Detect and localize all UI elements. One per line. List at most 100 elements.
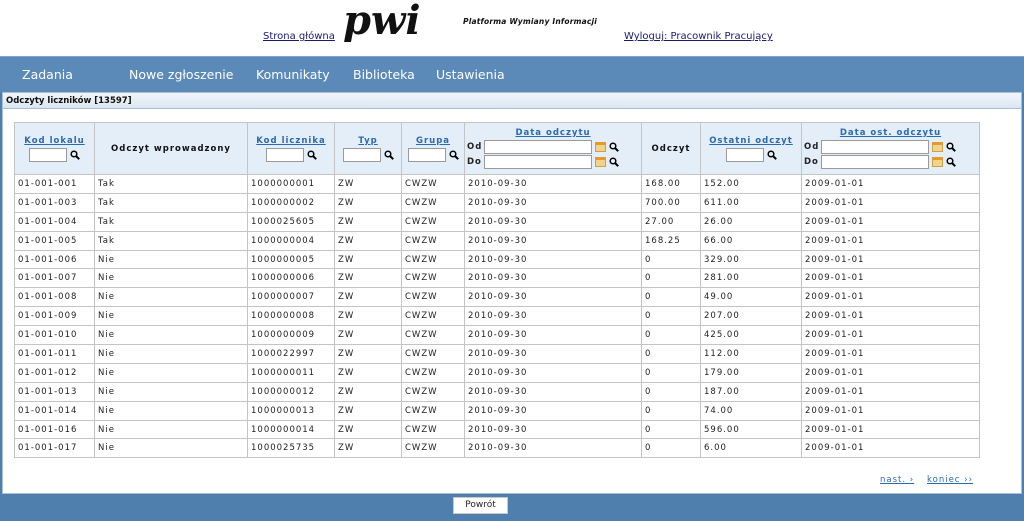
data-odczytu-cell: 2010-09-30: [464, 174, 642, 194]
table-row[interactable]: 01-001-013 Nie 1000000012 ZW CWZW 2010-09-30 0…: [14, 381, 980, 402]
kod-lokalu-cell: 01-001-006: [14, 249, 95, 270]
filter-kod-lokalu-input[interactable]: [29, 147, 67, 162]
filter-ostatni-odczyt-input[interactable]: [725, 147, 764, 162]
data-odczytu-cell: 2010-09-30: [464, 287, 642, 308]
data-odczytu-cell: 2010-09-30: [464, 211, 642, 232]
table-row[interactable]: 01-001-004 Tak 1000025605 ZW CWZW 2010-09-30 2…: [14, 211, 980, 232]
typ-cell: ZW: [334, 362, 402, 383]
nav-item-komunikaty[interactable]: Komunikaty: [256, 67, 330, 82]
back-button[interactable]: Powrót: [453, 497, 508, 514]
search-icon[interactable]: [306, 149, 317, 160]
search-icon[interactable]: [609, 141, 619, 152]
grupa-cell: CWZW: [401, 174, 465, 194]
data-odczytu-cell: 2010-09-30: [464, 249, 642, 270]
odczyt-wprowadzony-cell: Tak: [94, 230, 248, 251]
filter-kod-licznika-input[interactable]: [265, 147, 304, 162]
ostatni-odczyt-cell: 187.00: [700, 381, 802, 402]
logo-text: pwi: [343, 2, 421, 42]
logout-link[interactable]: Wyloguj: Pracownik Pracujący: [624, 31, 773, 42]
filter-data-ost-odczytu-from-input[interactable]: [821, 139, 929, 154]
ostatni-odczyt-cell: 112.00: [700, 344, 802, 364]
data-odczytu-cell: 2010-09-30: [464, 438, 642, 459]
date-to-label: Do: [467, 156, 482, 167]
search-icon[interactable]: [766, 149, 777, 160]
nav-item-zadania[interactable]: Zadania: [22, 67, 73, 82]
data-ost-odczytu-cell: 2009-01-01: [801, 306, 980, 327]
table-row[interactable]: 01-001-008 Nie 1000000007 ZW CWZW 2010-09-30 0…: [14, 287, 980, 308]
filter-data-ost-odczytu-to-input[interactable]: [821, 154, 929, 169]
sort-ostatni-odczyt-link[interactable]: Ostatni odczyt: [703, 136, 799, 146]
odczyt-wprowadzony-cell: Nie: [94, 381, 248, 402]
next-page-link[interactable]: nast. ›: [880, 475, 914, 485]
calendar-icon[interactable]: [932, 141, 943, 152]
typ-cell: ZW: [334, 381, 402, 402]
odczyt-cell: 0: [641, 400, 701, 421]
typ-cell: ZW: [334, 249, 402, 270]
table-row[interactable]: 01-001-003 Tak 1000000002 ZW CWZW 2010-09-30 7…: [14, 192, 980, 213]
sort-kod-licznika-link[interactable]: Kod licznika: [250, 136, 332, 146]
ostatni-odczyt-cell: 49.00: [700, 287, 802, 308]
search-icon[interactable]: [609, 156, 619, 167]
table-row[interactable]: 01-001-016 Nie 1000000014 ZW CWZW 2010-09-30 0…: [14, 419, 980, 440]
sort-grupa-link[interactable]: Grupa: [404, 136, 462, 146]
ostatni-odczyt-cell: 281.00: [700, 268, 802, 289]
search-icon[interactable]: [70, 149, 80, 160]
data-ost-odczytu-cell: 2009-01-01: [801, 381, 980, 402]
table-row[interactable]: 01-001-012 Nie 1000000011 ZW CWZW 2010-09-30 0…: [14, 362, 980, 383]
data-odczytu-cell: 2010-09-30: [464, 400, 642, 421]
search-icon[interactable]: [383, 149, 394, 160]
grupa-cell: CWZW: [401, 306, 465, 327]
last-page-link[interactable]: koniec ››: [927, 475, 973, 485]
data-odczytu-cell: 2010-09-30: [464, 381, 642, 402]
ostatni-odczyt-cell: 66.00: [700, 230, 802, 251]
nav-item-biblioteka[interactable]: Biblioteka: [353, 67, 415, 82]
filter-data-odczytu-from-input[interactable]: [484, 139, 592, 154]
table-row[interactable]: 01-001-006 Nie 1000000005 ZW CWZW 2010-09-30 0…: [14, 249, 980, 270]
kod-licznika-cell: 1000025735: [247, 438, 335, 459]
search-icon[interactable]: [448, 149, 459, 160]
table-row[interactable]: 01-001-010 Nie 1000000009 ZW CWZW 2010-09-30 0…: [14, 325, 980, 346]
sort-data-ost-odczytu-link[interactable]: Data ost. odczytu: [804, 128, 977, 138]
search-icon[interactable]: [946, 156, 956, 167]
filter-data-odczytu-to-input[interactable]: [484, 154, 592, 169]
data-ost-odczytu-cell: 2009-01-01: [801, 211, 980, 232]
nav-item-nowe-zgloszenie[interactable]: Nowe zgłoszenie: [129, 67, 233, 82]
table-row[interactable]: 01-001-011 Nie 1000022997 ZW CWZW 2010-09-30 0…: [14, 344, 980, 364]
data-odczytu-cell: 2010-09-30: [464, 268, 642, 289]
kod-lokalu-cell: 01-001-007: [14, 268, 95, 289]
table-row[interactable]: 01-001-007 Nie 1000000006 ZW CWZW 2010-09-30 0…: [14, 268, 980, 289]
calendar-icon[interactable]: [595, 141, 606, 152]
col-typ: Typ: [334, 122, 402, 175]
ostatni-odczyt-cell: 179.00: [700, 362, 802, 383]
logo-subtitle: Platforma Wymiany Informacji: [463, 17, 598, 26]
table-row[interactable]: 01-001-009 Nie 1000000008 ZW CWZW 2010-09-30 0…: [14, 306, 980, 327]
filter-typ-input[interactable]: [342, 147, 381, 162]
kod-lokalu-cell: 01-001-014: [14, 400, 95, 421]
grupa-cell: CWZW: [401, 325, 465, 346]
ostatni-odczyt-cell: 6.00: [700, 438, 802, 459]
odczyt-label: Odczyt: [651, 143, 691, 154]
data-odczytu-cell: 2010-09-30: [464, 306, 642, 327]
sort-data-odczytu-link[interactable]: Data odczytu: [467, 128, 639, 138]
calendar-icon[interactable]: [595, 156, 606, 167]
sort-typ-link[interactable]: Typ: [337, 136, 399, 146]
nav-item-ustawienia[interactable]: Ustawienia: [436, 67, 505, 82]
odczyt-wprowadzony-cell: Nie: [94, 362, 248, 383]
filter-grupa-input[interactable]: [407, 147, 446, 162]
search-icon[interactable]: [946, 141, 956, 152]
odczyt-wprowadzony-cell: Nie: [94, 344, 248, 364]
kod-licznika-cell: 1000000005: [247, 249, 335, 270]
table-row[interactable]: 01-001-017 Nie 1000025735 ZW CWZW 2010-09-30 0…: [14, 438, 980, 459]
kod-licznika-cell: 1000000008: [247, 306, 335, 327]
data-ost-odczytu-cell: 2009-01-01: [801, 249, 980, 270]
odczyt-cell: 27.00: [641, 211, 701, 232]
sort-kod-lokalu-link[interactable]: Kod lokalu: [17, 136, 92, 146]
table-row[interactable]: 01-001-001 Tak 1000000001 ZW CWZW 2010-09-30 1…: [14, 174, 980, 194]
col-kod-licznika: Kod licznika: [247, 122, 335, 175]
table-row[interactable]: 01-001-014 Nie 1000000013 ZW CWZW 2010-09-30 0…: [14, 400, 980, 421]
home-link[interactable]: Strona główna: [263, 31, 335, 42]
kod-lokalu-cell: 01-001-005: [14, 230, 95, 251]
data-odczytu-cell: 2010-09-30: [464, 362, 642, 383]
calendar-icon[interactable]: [932, 156, 943, 167]
table-row[interactable]: 01-001-005 Tak 1000000004 ZW CWZW 2010-09-30 1…: [14, 230, 980, 251]
